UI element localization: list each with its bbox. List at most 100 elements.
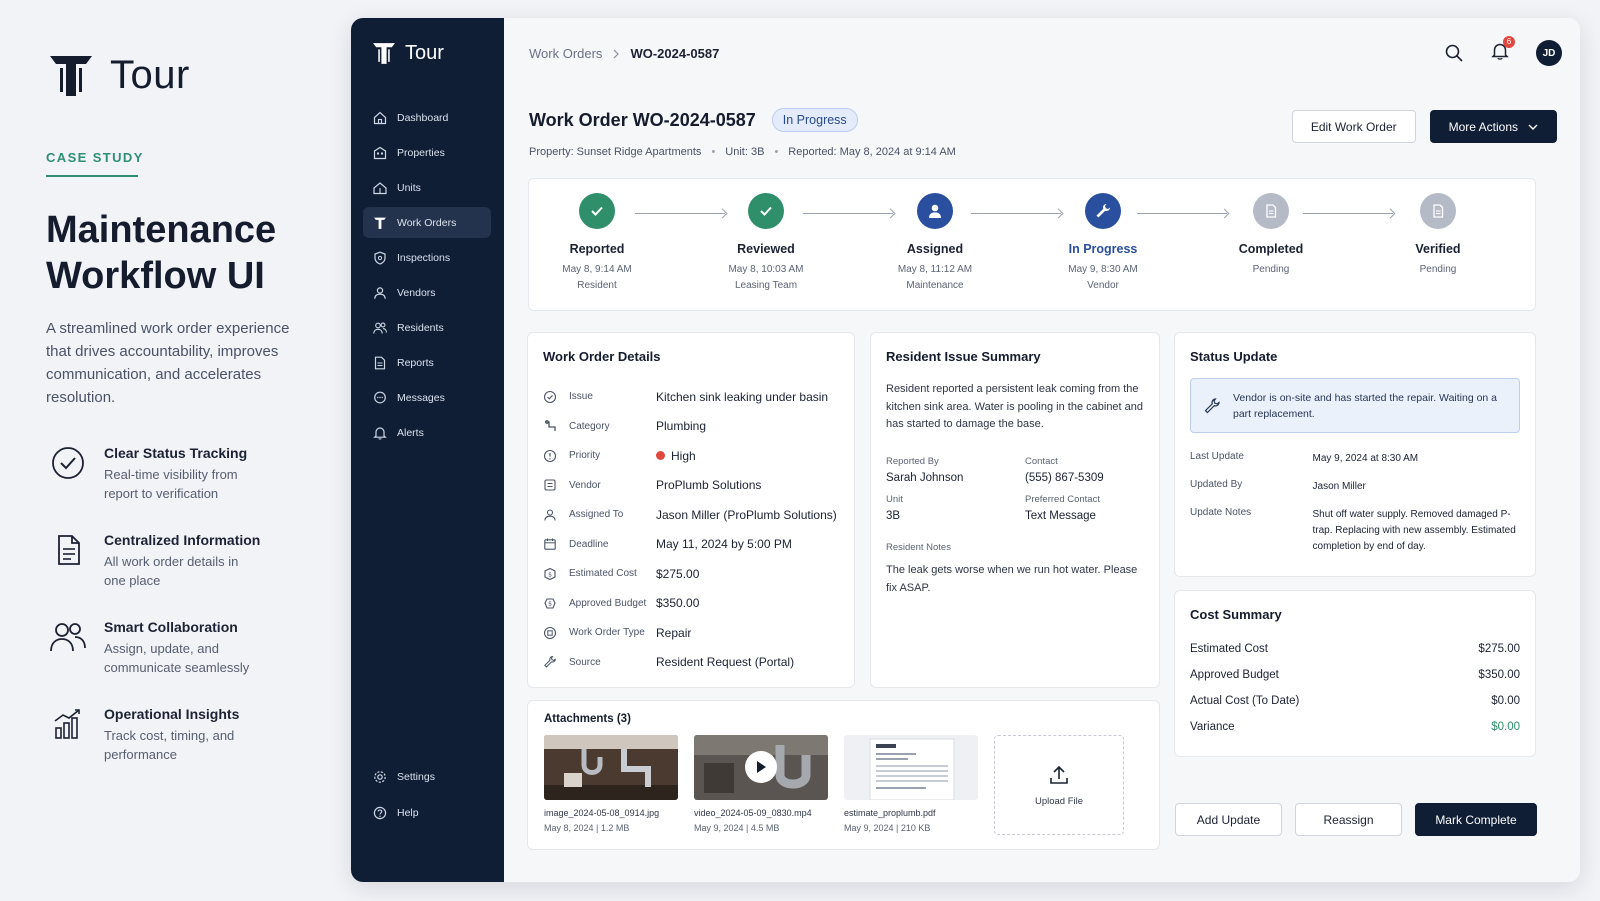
- detail-value: Jason Miller (ProPlumb Solutions): [656, 507, 837, 522]
- resident-notes-label: Resident Notes: [886, 541, 951, 553]
- timeline-step-reported: Reported May 8, 9:14 AM Resident: [537, 193, 657, 294]
- wrench-icon: [1085, 193, 1121, 229]
- timeline-step-label: Completed: [1238, 242, 1304, 256]
- document-icon: [1420, 193, 1456, 229]
- detail-key: Priority: [569, 450, 601, 462]
- sidebar-item-settings[interactable]: Settings: [363, 761, 491, 792]
- attachment-meta: May 9, 2024 | 210 KB: [844, 823, 931, 833]
- document-icon: [46, 528, 90, 572]
- sidebar-logo-text: Tour: [405, 41, 444, 64]
- detail-value: Repair: [656, 625, 692, 640]
- detail-row-source: Source Resident Request (Portal): [543, 648, 839, 678]
- avatar[interactable]: JD: [1536, 40, 1562, 66]
- detail-value-priority: High: [656, 449, 696, 463]
- sidebar-item-dashboard[interactable]: Dashboard: [363, 102, 491, 133]
- resident-key: Preferred Contact: [1025, 493, 1100, 505]
- meta-separator: •: [711, 146, 716, 158]
- sidebar-item-properties[interactable]: Properties: [363, 137, 491, 168]
- cost-summary-card: Cost Summary Estimated Cost $275.00 Appr…: [1174, 590, 1536, 757]
- cost-row: Actual Cost (To Date) $0.00: [1190, 688, 1520, 714]
- sidebar-item-label: Inspections: [397, 251, 451, 264]
- more-actions-button[interactable]: More Actions: [1429, 110, 1557, 143]
- card-title: Attachments (3): [544, 713, 631, 725]
- feature-title: Clear Status Tracking: [104, 445, 248, 461]
- sidebar: Tour Dashboard Properties Units Work Ord…: [351, 18, 504, 882]
- reassign-button[interactable]: Reassign: [1295, 803, 1402, 836]
- attachment-meta: May 9, 2024 | 4.5 MB: [694, 823, 780, 833]
- priority-dot: [656, 451, 665, 461]
- notifications-button[interactable]: 6: [1490, 35, 1515, 66]
- people-icon: [373, 322, 387, 334]
- mark-complete-button[interactable]: Mark Complete: [1415, 803, 1537, 836]
- vendor-icon: [544, 479, 556, 491]
- timeline-step-reviewed: Reviewed May 8, 10:03 AM Leasing Team: [706, 193, 826, 294]
- video-thumbnail[interactable]: [694, 735, 828, 800]
- kicker-underline: [46, 175, 138, 177]
- feature-title: Centralized Information: [104, 532, 261, 548]
- topbar: Work Orders WO-2024-0587 6 JD: [504, 18, 1580, 90]
- feature-desc: Assign, update, and communicate seamless…: [104, 641, 250, 675]
- detail-key: Source: [569, 656, 601, 668]
- sidebar-item-inspections[interactable]: Inspections: [363, 242, 491, 273]
- case-study-panel: Tour CASE STUDY Maintenance Workflow UI …: [0, 0, 350, 901]
- pdf-thumbnail[interactable]: [844, 735, 978, 800]
- tour-logo-icon: [50, 56, 92, 96]
- resident-summary-text: Resident reported a persistent leak comi…: [886, 383, 1144, 430]
- image-thumbnail[interactable]: [544, 735, 678, 800]
- sidebar-logo[interactable]: Tour: [371, 40, 444, 66]
- play-icon[interactable]: [745, 751, 777, 783]
- edit-work-order-button[interactable]: Edit Work Order: [1291, 110, 1416, 143]
- resident-reported-by: Sarah Johnson: [886, 471, 964, 484]
- check-circle-icon: [46, 441, 90, 485]
- sidebar-item-work-orders[interactable]: Work Orders: [363, 207, 491, 238]
- timeline-step-owner: Resident: [577, 280, 617, 291]
- sidebar-item-vendors[interactable]: Vendors: [363, 277, 491, 308]
- attachment-item[interactable]: estimate_proplumb.pdf May 9, 2024 | 210 …: [844, 735, 978, 835]
- sidebar-item-alerts[interactable]: Alerts: [363, 417, 491, 448]
- chevron-down-icon: [1528, 124, 1538, 130]
- timeline-step-label: In Progress: [1068, 242, 1138, 256]
- timeline-step-date: May 8, 11:12 AM: [897, 264, 973, 275]
- detail-value: Resident Request (Portal): [656, 655, 795, 670]
- sidebar-item-messages[interactable]: Messages: [363, 382, 491, 413]
- resident-notes: The leak gets worse when we run hot wate…: [886, 563, 1138, 594]
- case-study-logo: Tour: [46, 50, 350, 100]
- timeline-step-verified: Verified Pending: [1378, 193, 1498, 278]
- search-icon[interactable]: [1444, 43, 1464, 63]
- priority-label: High: [671, 448, 696, 463]
- detail-row-work-order-type: Work Order Type Repair: [543, 618, 839, 648]
- breadcrumb-parent[interactable]: Work Orders: [529, 46, 602, 61]
- resident-info-grid: Reported By Sarah Johnson Contact (555) …: [886, 456, 1144, 522]
- add-update-button[interactable]: Add Update: [1175, 803, 1282, 836]
- feature-item: Clear Status Tracking Real-time visibili…: [46, 445, 350, 532]
- card-title: Cost Summary: [1190, 607, 1282, 622]
- sidebar-nav: Dashboard Properties Units Work Orders I…: [363, 102, 491, 452]
- detail-row-vendor: Vendor ProPlumb Solutions: [543, 471, 839, 501]
- detail-row-deadline: Deadline May 11, 2024 by 5:00 PM: [543, 530, 839, 560]
- upload-file-button[interactable]: Upload File: [994, 735, 1124, 835]
- sidebar-item-units[interactable]: Units: [363, 172, 491, 203]
- status-timeline: Reported May 8, 9:14 AM Resident Reviewe…: [528, 178, 1536, 311]
- status-message-text: Vendor is on-site and has started the re…: [1233, 391, 1498, 420]
- timeline-step-date: Pending: [1419, 264, 1457, 275]
- resident-issue-summary-card: Resident Issue Summary Resident reported…: [870, 332, 1160, 688]
- detail-key: Assigned To: [569, 509, 624, 521]
- attachment-item[interactable]: video_2024-05-09_0830.mp4 May 9, 2024 | …: [694, 735, 828, 835]
- detail-key: Issue: [569, 391, 593, 403]
- svg-text:$: $: [548, 571, 552, 578]
- sidebar-item-reports[interactable]: Reports: [363, 347, 491, 378]
- detail-value: $350.00: [656, 596, 700, 611]
- status-value: May 9, 2024 at 8:30 AM: [1312, 453, 1419, 464]
- breadcrumb: Work Orders WO-2024-0587: [529, 46, 719, 61]
- detail-value: ProPlumb Solutions: [656, 478, 762, 493]
- alert-circle-icon: [543, 390, 557, 403]
- attachment-item[interactable]: image_2024-05-08_0914.jpg May 8, 2024 | …: [544, 735, 678, 835]
- type-icon: [543, 626, 557, 639]
- timeline-step-date: Pending: [1252, 264, 1290, 275]
- wrench-icon: [544, 656, 556, 668]
- sidebar-item-residents[interactable]: Residents: [363, 312, 491, 343]
- more-actions-label: More Actions: [1448, 119, 1518, 134]
- detail-row-approved-budget: $ Approved Budget $350.00: [543, 589, 839, 619]
- document-icon: [1253, 193, 1289, 229]
- sidebar-item-help[interactable]: Help: [363, 797, 491, 828]
